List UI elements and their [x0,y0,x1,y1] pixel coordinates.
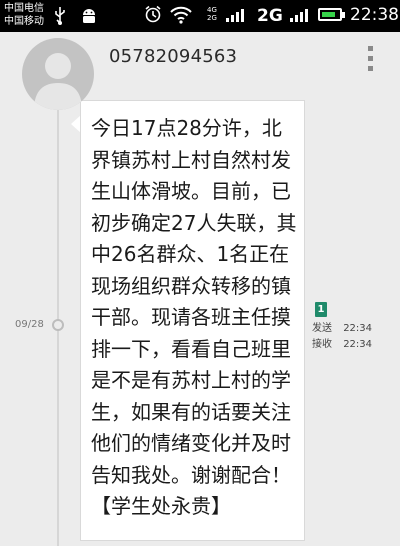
received-time: 22:34 [343,339,373,350]
signal-icon [290,9,308,22]
message-text: 今日17点28分许，北界镇苏村上村自然村发生山体滑坡。目前，已初步确定27人失联… [91,116,297,518]
android-icon [83,9,95,23]
message-bubble[interactable]: 今日17点28分许，北界镇苏村上村自然村发生山体滑坡。目前，已初步确定27人失联… [80,100,305,541]
avatar[interactable] [22,38,94,110]
carrier-labels: 中国电信 中国移动 [4,2,44,28]
clock: 22:38 [350,5,399,25]
status-bar: 中国电信 中国移动 4G 2G 2G 22:38 [0,0,400,32]
alarm-icon [145,5,161,23]
network-type: 2G [257,6,283,26]
usb-icon [55,7,65,25]
signal-icon [226,9,244,22]
carrier-1: 中国电信 [4,3,44,14]
sent-label: 发送 [312,323,332,334]
received-label: 接收 [312,339,332,350]
battery-icon [318,8,342,21]
received-status: 接收 22:34 [312,338,372,351]
overflow-menu-icon[interactable] [364,46,378,72]
sender-number[interactable]: 05782094563 [109,46,237,67]
message-date: 09/28 [15,319,44,330]
sent-time: 22:34 [343,323,373,334]
person-icon [34,53,82,110]
timeline-dot [52,319,64,331]
carrier-2: 中国移动 [4,16,44,27]
sent-status: 发送 22:34 [312,322,372,335]
wifi-icon [170,6,192,24]
lte-indicator: 4G 2G [207,6,217,22]
battery-level [322,12,335,17]
sim-badge: 1 [315,302,327,317]
